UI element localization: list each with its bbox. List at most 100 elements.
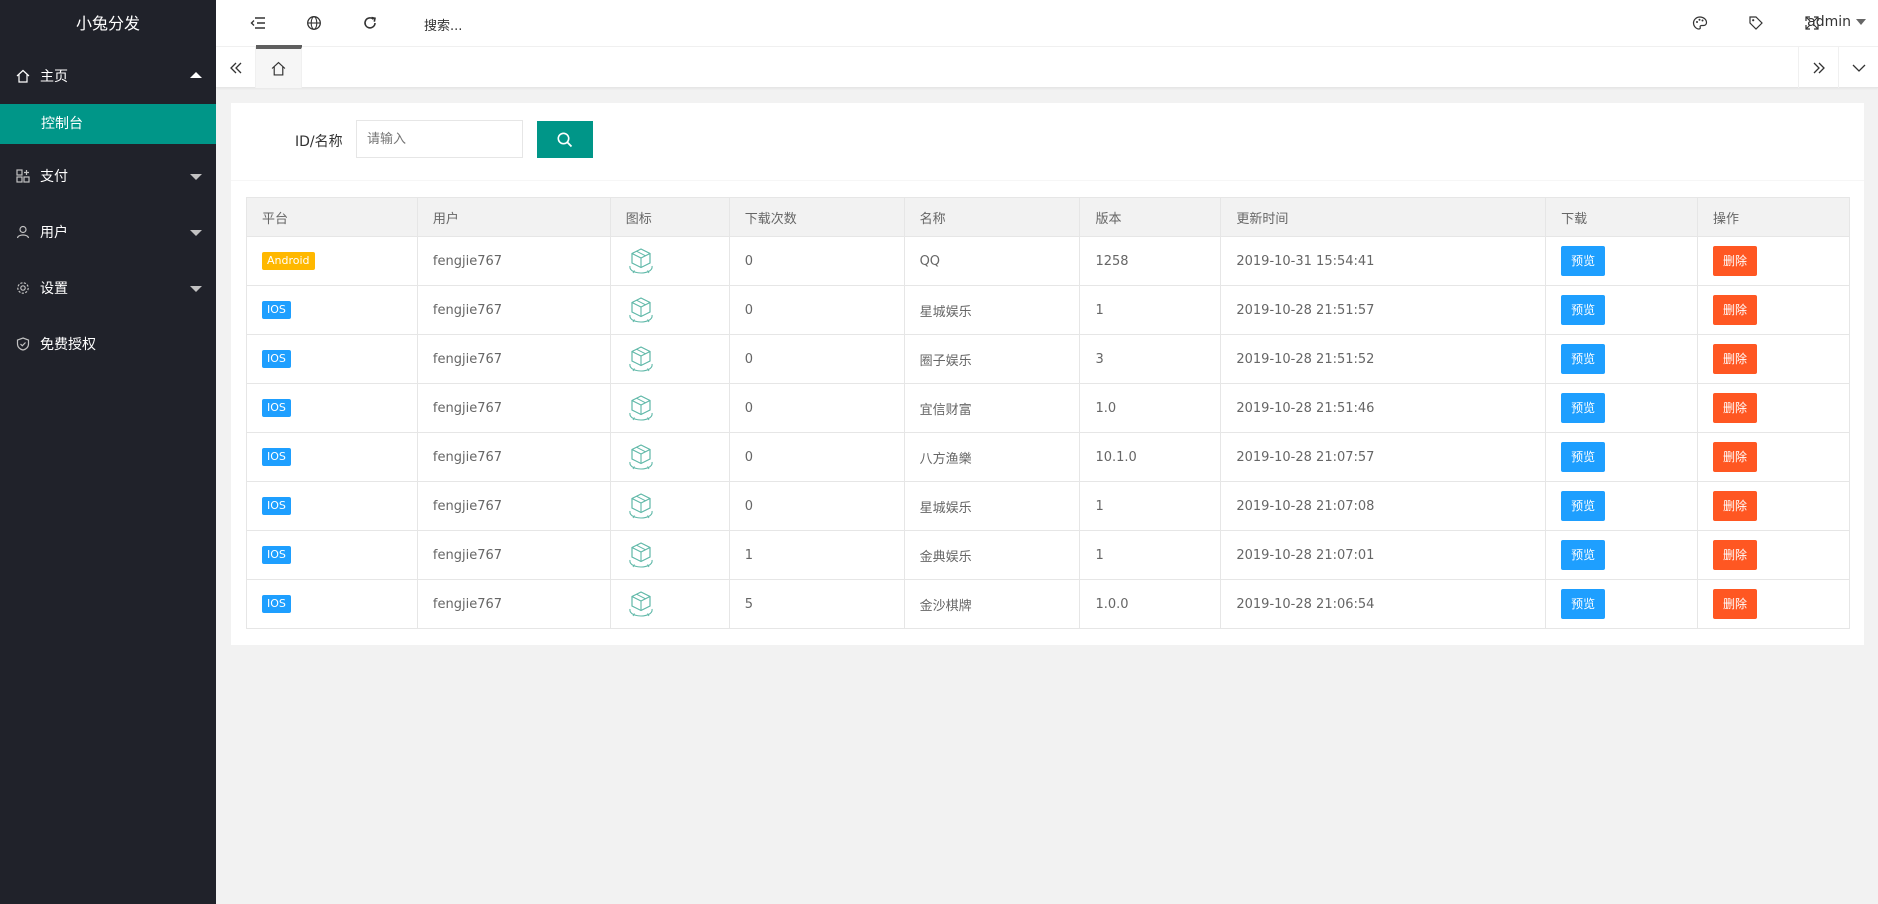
downloads-cell: 1 (728, 530, 905, 580)
delete-button[interactable]: 删除 (1713, 344, 1758, 374)
downloads-cell: 0 (728, 481, 905, 531)
preview-button[interactable]: 预览 (1561, 442, 1606, 472)
updated-cell: 2019-10-28 21:51:57 (1220, 285, 1547, 335)
app-package-icon[interactable] (626, 540, 656, 570)
delete-button[interactable]: 删除 (1713, 442, 1758, 472)
app-logo-title: 小兔分发 (75, 14, 140, 33)
dropdown-arrow-icon (1856, 19, 1866, 25)
actions-cell: 删除 (1697, 432, 1850, 482)
user-menu[interactable]: admin (1807, 14, 1866, 30)
column-header-actions[interactable]: 操作 (1697, 197, 1850, 237)
updated-cell: 2019-10-28 21:51:46 (1220, 383, 1547, 433)
header-search-input[interactable]: 搜索... (424, 15, 462, 34)
delete-button[interactable]: 删除 (1713, 491, 1758, 521)
actions-cell: 删除 (1697, 236, 1850, 286)
tabs-scroll-left-button[interactable] (216, 47, 256, 88)
updated-cell: 2019-10-28 21:51:52 (1220, 334, 1547, 384)
tabs-scroll-right-button[interactable] (1798, 47, 1838, 88)
platform-cell: Android (246, 236, 418, 286)
table-row: IOS fengjie767 0 宜信财富 1.0 2019-10-28 21:… (246, 383, 1850, 433)
updated-cell: 2019-10-31 15:54:41 (1220, 236, 1547, 286)
table-row: IOS fengjie767 0 星城娱乐 1 2019-10-28 21:51… (246, 285, 1850, 335)
filter-label: ID/名称 (295, 134, 343, 150)
user-cell: fengjie767 (416, 432, 611, 482)
user-name: admin (1807, 14, 1851, 30)
name-cell: 星城娱乐 (903, 481, 1081, 531)
sidebar-item-settings[interactable]: 设置 (0, 260, 216, 316)
sidebar-item-payment[interactable]: 支付 (0, 148, 216, 204)
column-header-downloads[interactable]: 下载次数 (728, 197, 905, 237)
delete-button[interactable]: 删除 (1713, 295, 1758, 325)
column-header-name[interactable]: 名称 (903, 197, 1081, 237)
id-name-search-input[interactable] (356, 120, 523, 158)
refresh-icon[interactable] (358, 11, 382, 35)
caret-down-icon (190, 230, 202, 236)
download-cell: 预览 (1545, 236, 1699, 286)
actions-cell: 删除 (1697, 334, 1850, 384)
gear-icon (16, 281, 30, 295)
column-header-updated[interactable]: 更新时间 (1220, 197, 1547, 237)
column-header-icon[interactable]: 图标 (609, 197, 730, 237)
sidebar-item-free-license[interactable]: 免费授权 (0, 316, 216, 372)
version-cell: 3 (1079, 334, 1222, 384)
tabs-menu-button[interactable] (1838, 47, 1878, 88)
preview-button[interactable]: 预览 (1561, 540, 1606, 570)
version-cell: 1258 (1079, 236, 1222, 286)
column-header-download[interactable]: 下载 (1545, 197, 1699, 237)
double-chevron-left-icon (229, 62, 241, 73)
table-row: IOS fengjie767 0 八方渔樂 10.1.0 2019-10-28 … (246, 432, 1850, 482)
name-cell: QQ (903, 236, 1081, 286)
sidebar-item-label: 主页 (40, 68, 68, 85)
version-cell: 10.1.0 (1079, 432, 1222, 482)
preview-button[interactable]: 预览 (1561, 491, 1606, 521)
preview-button[interactable]: 预览 (1561, 393, 1606, 423)
payment-icon (16, 169, 30, 183)
app-package-icon[interactable] (626, 393, 656, 423)
sidebar-item-user[interactable]: 用户 (0, 204, 216, 260)
platform-cell: IOS (246, 481, 418, 531)
app-package-icon[interactable] (626, 491, 656, 521)
updated-cell: 2019-10-28 21:06:54 (1220, 579, 1547, 629)
updated-cell: 2019-10-28 21:07:57 (1220, 432, 1547, 482)
user-cell: fengjie767 (416, 579, 611, 629)
app-package-icon[interactable] (626, 589, 656, 619)
shrink-menu-icon[interactable] (246, 11, 270, 35)
name-cell: 金典娱乐 (903, 530, 1081, 580)
caret-down-icon (190, 286, 202, 292)
downloads-cell: 0 (728, 432, 905, 482)
globe-icon[interactable] (302, 11, 326, 35)
column-header-platform[interactable]: 平台 (246, 197, 418, 237)
table-body: Android fengjie767 0 QQ 1258 2019-10-31 … (246, 236, 1850, 629)
search-icon (557, 132, 573, 147)
preview-button[interactable]: 预览 (1561, 295, 1606, 325)
search-button[interactable] (537, 121, 593, 158)
downloads-cell: 0 (728, 285, 905, 335)
download-cell: 预览 (1545, 432, 1699, 482)
download-cell: 预览 (1545, 481, 1699, 531)
preview-button[interactable]: 预览 (1561, 589, 1606, 619)
table-row: IOS fengjie767 0 星城娱乐 1 2019-10-28 21:07… (246, 481, 1850, 531)
preview-button[interactable]: 预览 (1561, 344, 1606, 374)
user-cell: fengjie767 (416, 334, 611, 384)
caret-up-icon (190, 71, 202, 78)
delete-button[interactable]: 删除 (1713, 589, 1758, 619)
tab-home[interactable] (256, 47, 302, 88)
app-package-icon[interactable] (626, 344, 656, 374)
delete-button[interactable]: 删除 (1713, 393, 1758, 423)
delete-button[interactable]: 删除 (1713, 246, 1758, 276)
app-package-icon[interactable] (626, 442, 656, 472)
sidebar-item-home[interactable]: 主页 (0, 47, 216, 104)
app-package-icon[interactable] (626, 295, 656, 325)
column-header-version[interactable]: 版本 (1079, 197, 1222, 237)
palette-icon[interactable] (1688, 11, 1712, 35)
shield-check-icon (16, 337, 30, 351)
home-icon (16, 69, 30, 83)
tag-icon[interactable] (1744, 11, 1768, 35)
download-cell: 预览 (1545, 579, 1699, 629)
column-header-user[interactable]: 用户 (416, 197, 611, 237)
sidebar-item-console[interactable]: 控制台 (0, 104, 216, 144)
preview-button[interactable]: 预览 (1561, 246, 1606, 276)
platform-cell: IOS (246, 579, 418, 629)
app-package-icon[interactable] (626, 246, 656, 276)
delete-button[interactable]: 删除 (1713, 540, 1758, 570)
